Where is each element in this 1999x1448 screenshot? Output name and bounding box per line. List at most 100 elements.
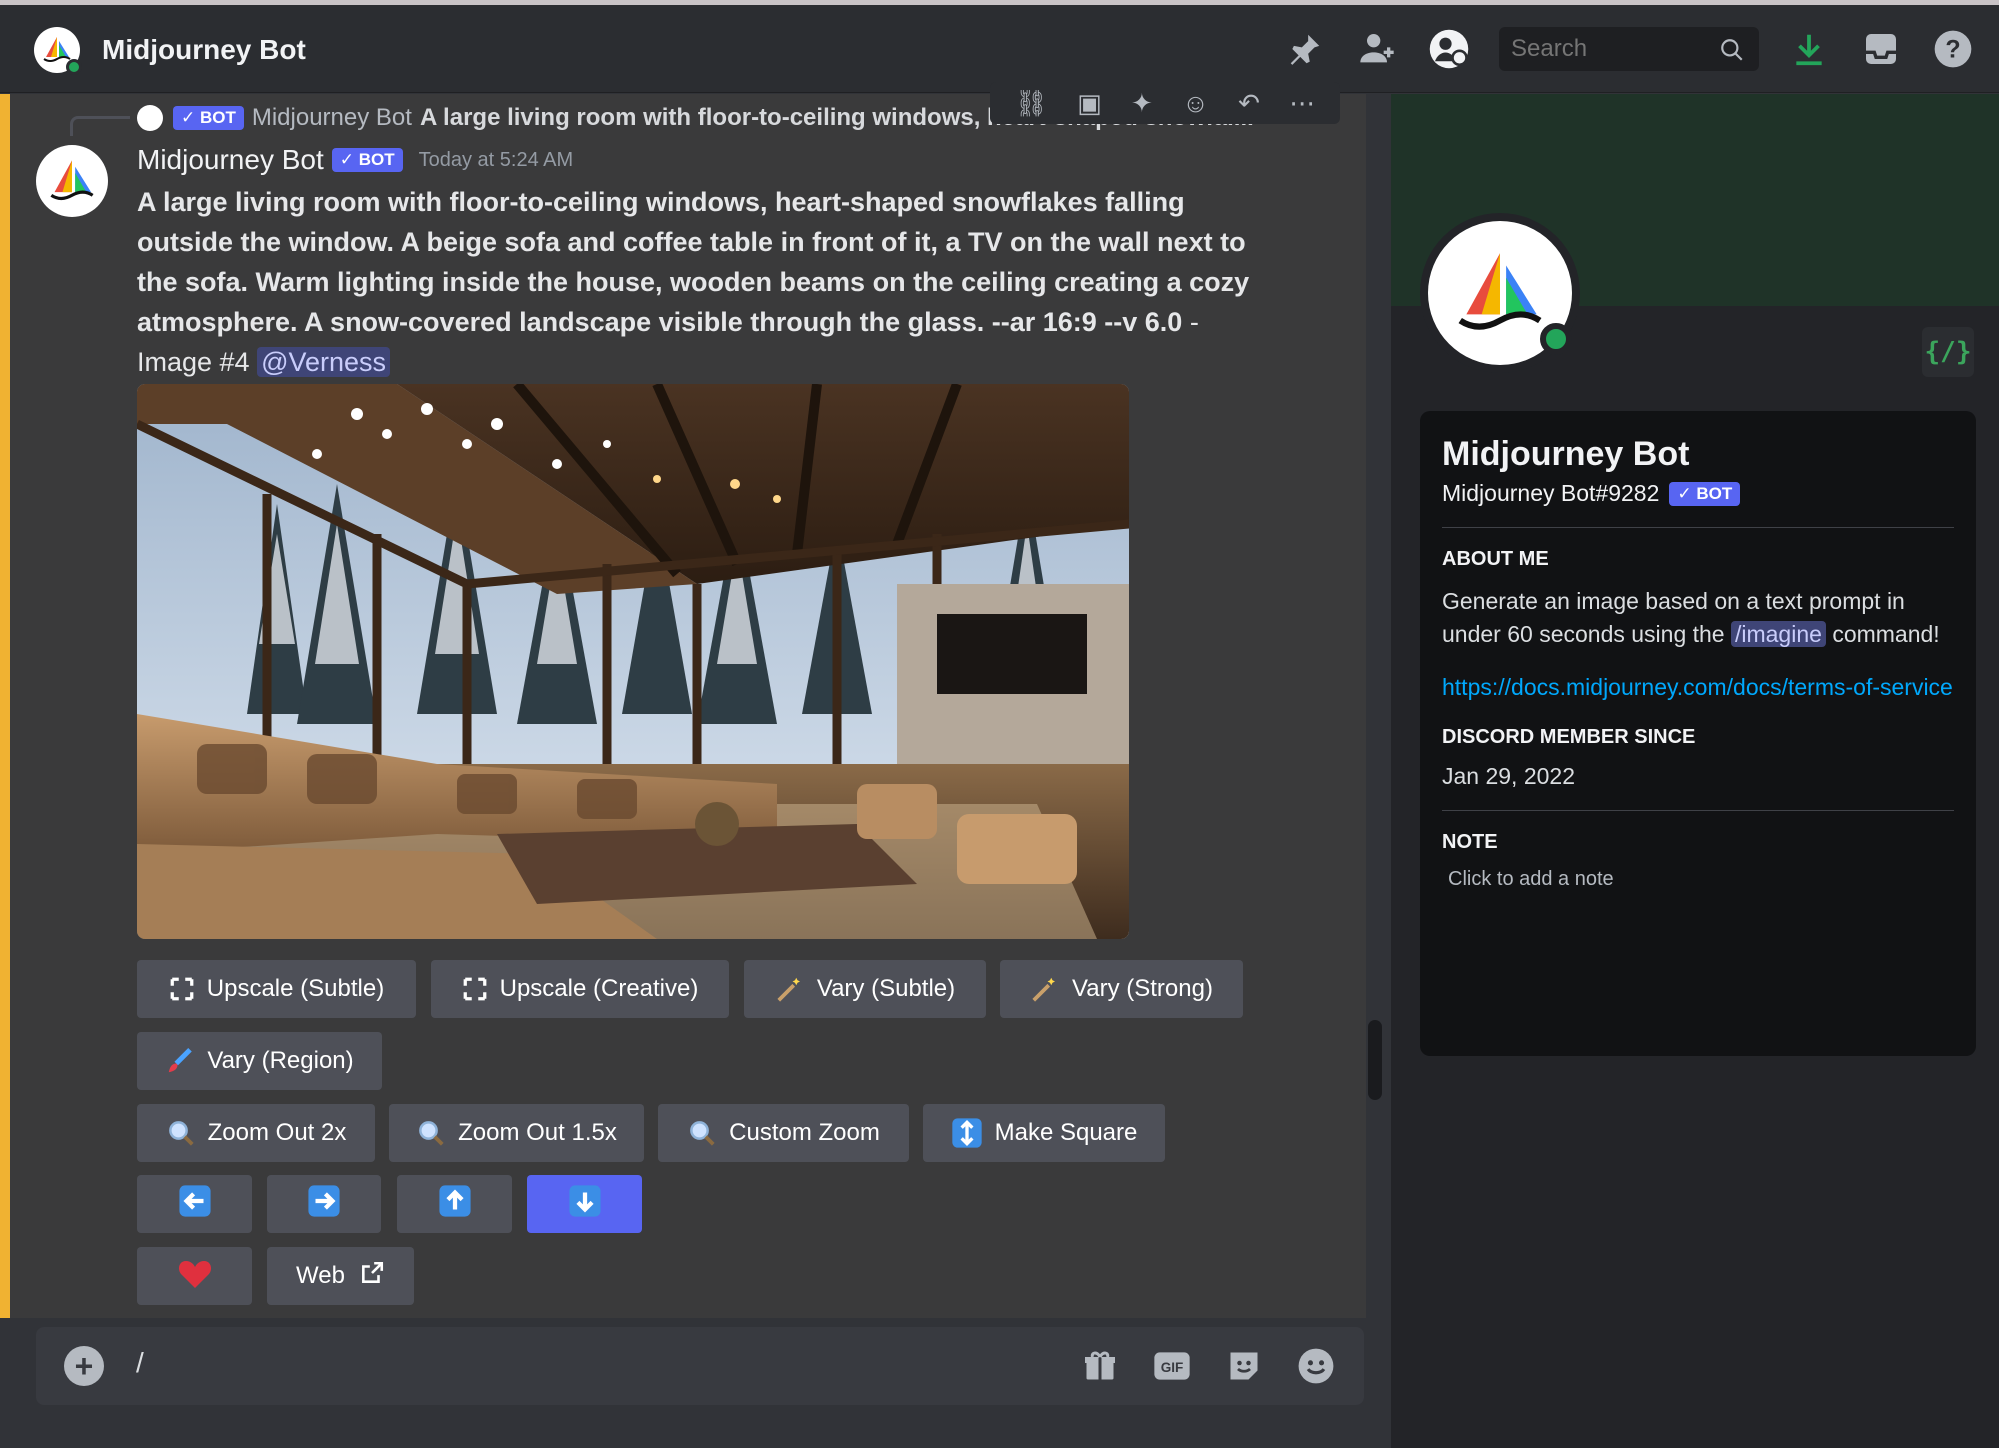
upscale-subtle-label: Upscale (Subtle) [206,975,385,1002]
upscale-creative-button[interactable]: Upscale (Creative) [431,960,729,1018]
pan-right-button[interactable] [267,1175,381,1233]
pan-up-button[interactable] [397,1175,512,1233]
member-since-heading: DISCORD MEMBER SINCE [1442,726,1696,748]
vary-subtle-button[interactable]: Vary (Subtle) [744,960,986,1018]
paintbrush-icon [165,1046,195,1076]
more-icon[interactable]: ⋯ [1289,88,1315,119]
pan-left-button[interactable] [137,1175,252,1233]
make-square-label: Make Square [994,1119,1138,1146]
magnifier-icon [687,1118,717,1148]
search-box[interactable] [1499,27,1759,71]
arrow-left-icon [178,1184,212,1225]
message-author[interactable]: Midjourney Bot [137,144,324,176]
expand-icon [169,976,195,1002]
add-attachment-icon[interactable]: + [64,1346,104,1386]
pin-message-icon[interactable]: ✦ [1131,88,1153,119]
about-end: command! [1832,621,1940,647]
sticker-icon[interactable] [1224,1346,1264,1386]
profile-tag-row: Midjourney Bot#9282 ✓ BOT [1442,480,1954,507]
vary-region-button[interactable]: Vary (Region) [137,1032,382,1090]
user-mention[interactable]: @Verness [257,347,391,377]
profile-avatar[interactable] [1420,213,1580,373]
web-link-button[interactable]: Web [267,1247,414,1305]
magnifier-icon [166,1118,196,1148]
help-icon[interactable]: ? [1931,27,1975,71]
divider [1442,527,1954,528]
favorite-button[interactable] [137,1247,252,1305]
make-square-button[interactable]: Make Square [923,1104,1165,1162]
magic-wand-icon [775,974,805,1004]
chat-scrollbar[interactable] [1368,1020,1382,1100]
pan-down-button[interactable] [527,1175,642,1233]
reply-connector [70,116,130,136]
custom-zoom-button[interactable]: Custom Zoom [658,1104,909,1162]
arrow-up-icon [438,1184,472,1225]
sailboat-logo-icon [50,160,94,201]
arrow-right-icon [307,1184,341,1225]
expand-icon [462,976,488,1002]
magnifier-icon [416,1118,446,1148]
heart-icon [177,1256,213,1297]
vary-strong-label: Vary (Strong) [1072,975,1213,1002]
search-icon [1719,37,1745,68]
message-content: A large living room with floor-to-ceilin… [137,182,1257,382]
svg-text:GIF: GIF [1161,1360,1184,1375]
divider [1442,810,1954,811]
bot-avatar[interactable] [34,27,82,75]
custom-zoom-label: Custom Zoom [729,1119,880,1146]
message-header: Midjourney Bot ✓ BOT Today at 5:24 AM [137,144,573,176]
zoom-out-2x-label: Zoom Out 2x [207,1119,347,1146]
message-avatar[interactable] [36,145,108,217]
zoom-out-1-5x-label: Zoom Out 1.5x [458,1119,617,1146]
web-label: Web [296,1262,345,1289]
reply-avatar [137,105,163,131]
note-heading: NOTE [1442,831,1498,853]
profile-card: Midjourney Bot Midjourney Bot#9282 ✓ BOT… [1420,411,1976,1056]
upscale-creative-label: Upscale (Creative) [499,975,699,1002]
mention-highlight-bar [0,94,10,1318]
header-title-group: Midjourney Bot [34,27,306,75]
bot-badge: ✓ BOT [173,106,244,130]
sailboat-logo-icon [1458,253,1542,330]
generated-image[interactable] [137,384,1129,939]
emoji-icon[interactable] [1296,1346,1336,1386]
pin-icon[interactable] [1283,27,1327,71]
bot-badge: ✓ BOT [331,148,403,172]
vary-region-label: Vary (Region) [207,1047,354,1074]
search-input[interactable] [1511,35,1711,63]
svg-text:?: ? [1945,35,1960,63]
gif-icon[interactable]: GIF [1152,1346,1192,1386]
up-down-arrow-icon [951,1117,983,1149]
download-icon[interactable] [1787,27,1831,71]
profile-tag: Midjourney Bot#9282 [1442,480,1660,506]
imagine-command[interactable]: /imagine [1730,621,1826,647]
about-heading: ABOUT ME [1442,548,1549,570]
apps-icon[interactable]: ▣ [1077,88,1102,119]
add-reaction-icon[interactable]: ☺ [1182,88,1209,119]
slash-commands-badge[interactable]: {/} [1922,327,1974,377]
terms-link[interactable]: https://docs.midjourney.com/docs/terms-o… [1442,671,1954,704]
zoom-out-1-5x-button[interactable]: Zoom Out 1.5x [389,1104,644,1162]
bot-badge: ✓ BOT [1669,481,1741,506]
vary-strong-button[interactable]: Vary (Strong) [1000,960,1243,1018]
inbox-icon[interactable] [1859,27,1903,71]
message-composer[interactable]: + / GIF [36,1327,1364,1405]
add-friend-icon[interactable] [1355,27,1399,71]
external-link-icon [359,1260,385,1293]
prompt-text: A large living room with floor-to-ceilin… [137,187,1250,337]
upscale-subtle-button[interactable]: Upscale (Subtle) [137,960,416,1018]
message-timestamp: Today at 5:24 AM [418,148,574,171]
zoom-out-2x-button[interactable]: Zoom Out 2x [137,1104,375,1162]
gift-icon[interactable] [1080,1346,1120,1386]
member-since-date: Jan 29, 2022 [1442,763,1576,789]
link-icon[interactable]: ⛓ [1015,88,1048,119]
note-input[interactable]: Click to add a note [1448,868,1954,891]
online-status-dot [66,59,82,75]
magic-wand-icon [1030,974,1060,1004]
vary-subtle-label: Vary (Subtle) [816,975,956,1002]
reply-author[interactable]: Midjourney Bot [252,104,412,132]
composer-input[interactable]: / [136,1347,144,1379]
user-profile-toggle-icon[interactable] [1427,27,1471,71]
page-title: Midjourney Bot [102,34,306,65]
reply-icon[interactable]: ↶ [1238,88,1260,119]
